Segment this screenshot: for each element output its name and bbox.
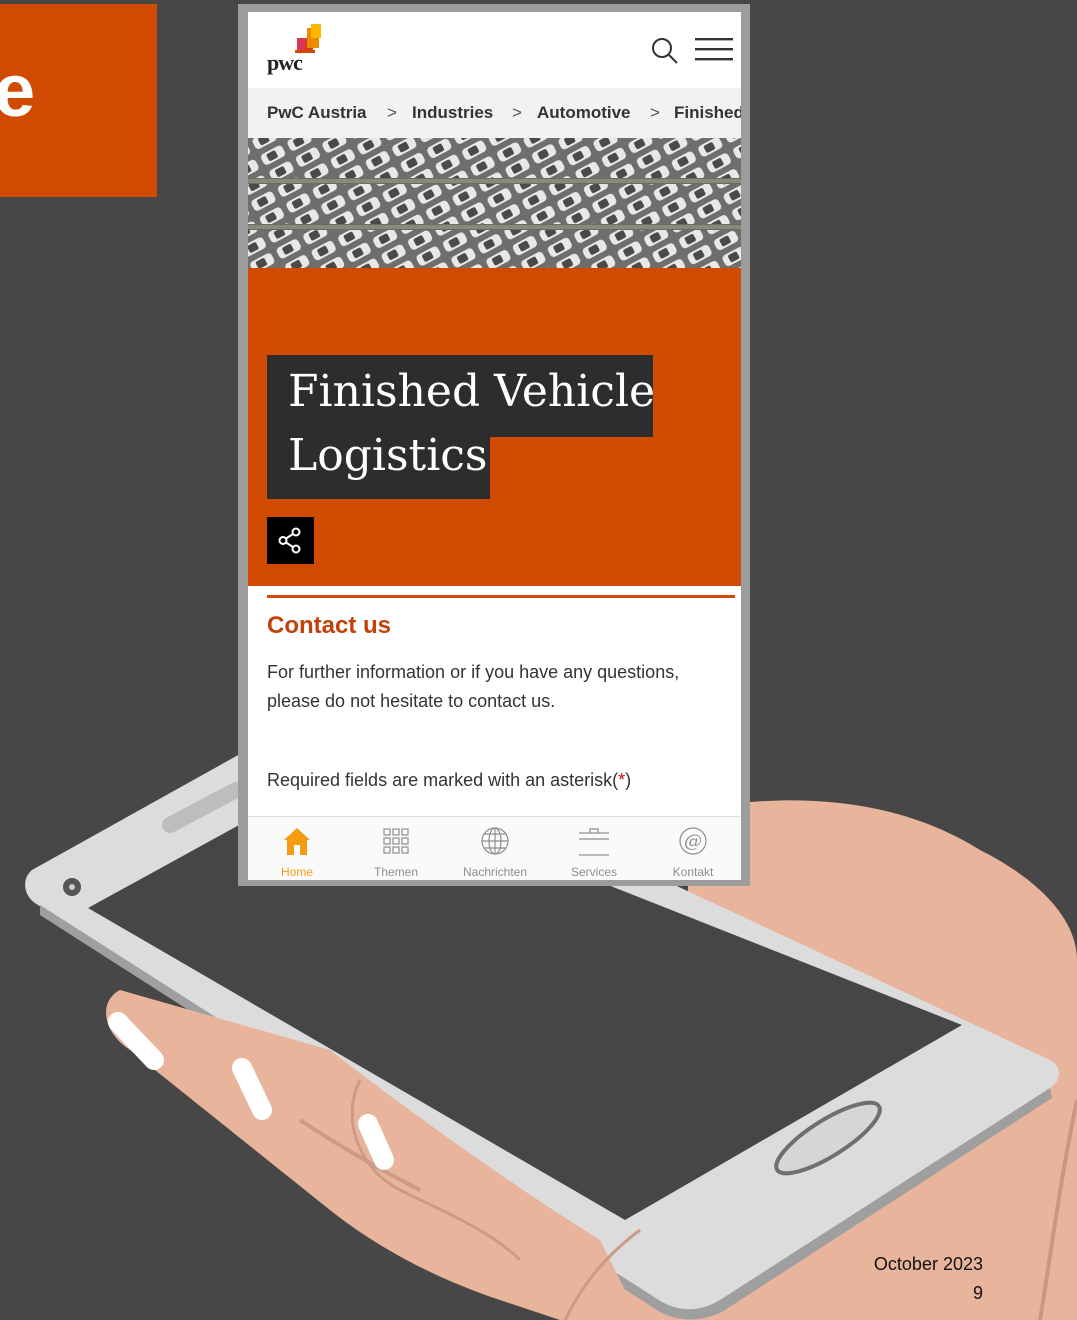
share-icon: [278, 527, 301, 554]
tab-label: Home: [280, 865, 313, 879]
slide-title-fragment: e: [0, 4, 157, 197]
slide-page-number: 9: [972, 1283, 983, 1303]
mobile-screen: pwc PwC Austria > Industries > Automotiv…: [248, 12, 741, 880]
parked-cars-image: [248, 138, 741, 268]
breadcrumb-separator: >: [387, 103, 397, 122]
required-note-text: Required fields are marked with an aster…: [267, 770, 619, 790]
mobile-screenshot: pwc PwC Austria > Industries > Automotiv…: [238, 4, 750, 886]
breadcrumb-separator: >: [650, 103, 660, 122]
tab-services[interactable]: Services: [545, 817, 643, 880]
hero-title-line1: Finished Vehicle: [288, 366, 656, 417]
tab-home[interactable]: Home: [248, 817, 346, 880]
breadcrumb-item-industries[interactable]: Industries: [412, 88, 493, 138]
tab-kontakt[interactable]: @ Kontakt: [644, 817, 741, 880]
hamburger-menu-icon[interactable]: [695, 36, 735, 64]
bottom-tab-bar: Home Themen Nachrichten Services @ Konta…: [248, 816, 741, 880]
tab-label: Services: [570, 865, 617, 879]
tab-label: Kontakt: [672, 865, 714, 879]
contact-title: Contact us: [267, 612, 392, 639]
required-note-close: ): [625, 770, 632, 790]
tab-label: Themen: [373, 865, 419, 879]
at-icon: @: [679, 827, 707, 855]
slide-date: October 2023: [873, 1254, 983, 1274]
tab-nachrichten[interactable]: Nachrichten: [446, 817, 544, 880]
share-button[interactable]: [267, 517, 314, 564]
breadcrumb-item-pwc-austria[interactable]: PwC Austria: [267, 88, 367, 138]
briefcase-icon: [579, 828, 609, 856]
hero-banner: Finished Vehicle Logistics: [248, 268, 741, 586]
slide-title-text: e: [0, 49, 36, 132]
globe-icon: [481, 827, 509, 855]
required-fields-note: Required fields are marked with an aster…: [267, 770, 631, 791]
hero-title-line2: Logistics: [288, 430, 488, 481]
tab-themen[interactable]: Themen: [347, 817, 445, 880]
section-divider: [267, 595, 735, 598]
tab-label: Nachrichten: [462, 865, 528, 879]
pwc-logo[interactable]: pwc: [267, 24, 337, 75]
site-header: pwc: [248, 12, 741, 88]
breadcrumb-item-automotive[interactable]: Automotive: [537, 88, 631, 138]
breadcrumb-item-current[interactable]: Finished: [674, 88, 741, 138]
pwc-logo-word: pwc: [267, 50, 303, 75]
breadcrumb: PwC Austria > Industries > Automotive > …: [248, 88, 741, 138]
search-icon[interactable]: [650, 36, 680, 66]
home-icon: [284, 828, 310, 855]
grid-icon: [383, 828, 409, 854]
contact-description: For further information or if you have a…: [267, 662, 680, 711]
svg-text:@: @: [684, 831, 702, 852]
breadcrumb-separator: >: [512, 103, 522, 122]
